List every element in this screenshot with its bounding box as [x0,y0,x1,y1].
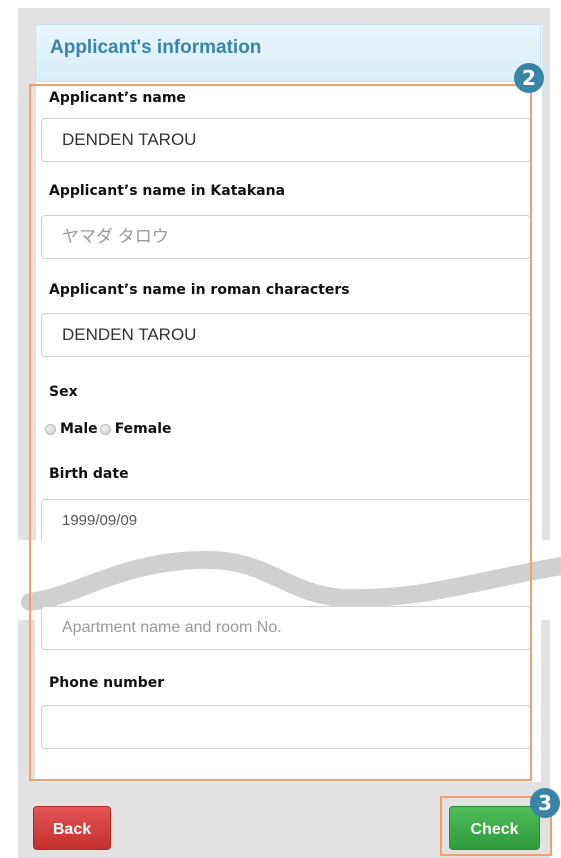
card-header: Applicant's information [35,24,541,82]
step-badge-2: 2 [514,63,544,93]
check-button[interactable]: Check [449,806,540,850]
card-title: Applicant's information [50,37,262,58]
form-highlight-box [29,84,532,781]
back-button[interactable]: Back [33,806,111,850]
step-badge-3: 3 [530,788,560,818]
